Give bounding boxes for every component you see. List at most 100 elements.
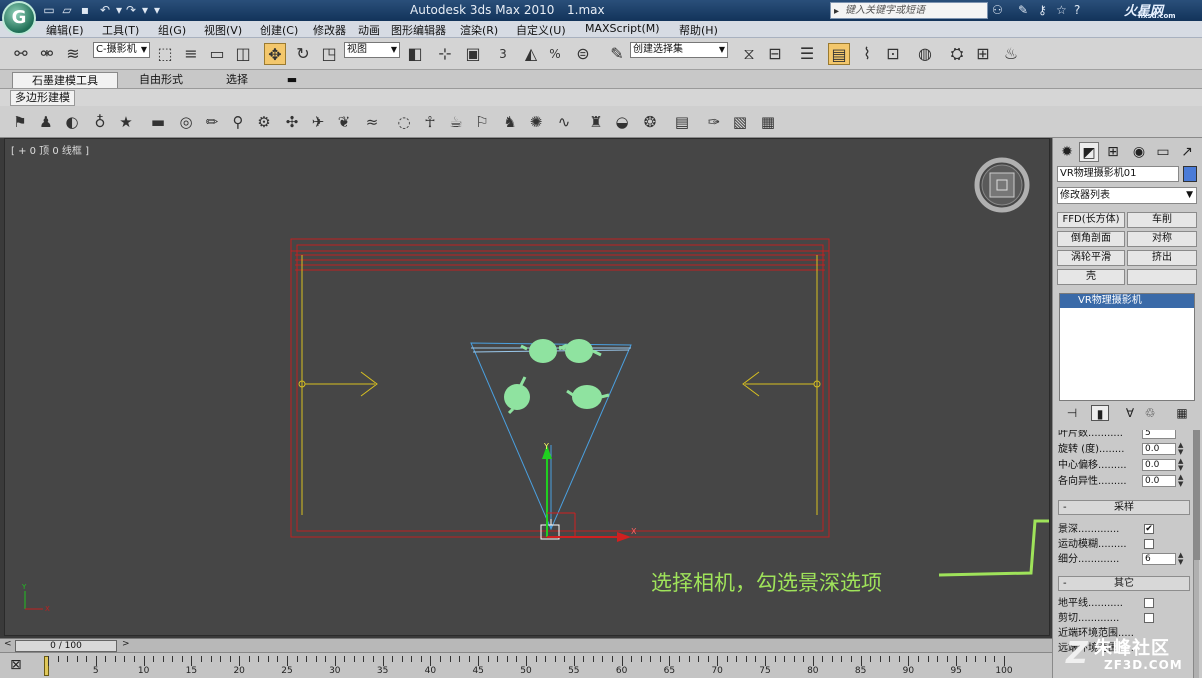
transform-gizmo[interactable]: Y X	[542, 442, 637, 542]
create-tab-icon[interactable]: ✹	[1057, 142, 1077, 162]
angle-snap-icon[interactable]: ◭	[520, 43, 542, 65]
time-slider-next-icon[interactable]: >	[122, 639, 130, 649]
modifier-button-extrude[interactable]: 挤出	[1127, 250, 1197, 266]
menu-customize[interactable]: 自定义(U)	[516, 22, 566, 38]
menu-edit[interactable]: 编辑(E)	[46, 22, 84, 38]
vr-physical-camera[interactable]	[470, 342, 632, 540]
unlink-icon[interactable]: ⚮	[36, 43, 58, 65]
rectangular-region-icon[interactable]: ▭	[206, 43, 228, 65]
barrel-icon[interactable]: ◎	[176, 111, 196, 133]
link-icon[interactable]: ⚯	[10, 43, 32, 65]
remove-modifier-icon[interactable]: ♲	[1141, 405, 1159, 421]
param-value-input[interactable]: 0.0	[1142, 459, 1176, 471]
quick-access-dropdown-icon[interactable]: ▾	[150, 3, 164, 17]
document-icon[interactable]: ▤	[672, 111, 692, 133]
snaps-toggle-icon[interactable]: 3	[492, 43, 514, 65]
clipping-checkbox[interactable]	[1144, 613, 1154, 623]
bind-space-warp-icon[interactable]: ≋	[62, 43, 84, 65]
scrollbar-thumb[interactable]	[1194, 430, 1200, 560]
graphite-ribbon-toggle-icon[interactable]: ▤	[828, 43, 850, 65]
horizon-checkbox[interactable]	[1144, 598, 1154, 608]
time-slider-thumb[interactable]: 0 / 100	[15, 640, 117, 652]
image-icon[interactable]: ▧	[730, 111, 750, 133]
show-end-result-icon[interactable]: ▮	[1091, 405, 1109, 421]
shirt-icon[interactable]: ♟	[36, 111, 56, 133]
rollout-collapse-icon[interactable]: -	[1063, 501, 1067, 514]
menu-help[interactable]: 帮助(H)	[679, 22, 718, 38]
feather-icon[interactable]: ❦	[334, 111, 354, 133]
modifier-list-dropdown[interactable]: 修改器列表 ▼	[1057, 187, 1197, 204]
param-value-input[interactable]: 0.0	[1142, 475, 1176, 487]
star-icon[interactable]: ☆	[1056, 3, 1067, 17]
select-manipulate-icon[interactable]: ⊹	[434, 43, 456, 65]
app-menu-button[interactable]: G	[2, 1, 36, 35]
menu-maxscript[interactable]: MAXScript(M)	[585, 22, 660, 35]
motion-tab-icon[interactable]: ◉	[1129, 142, 1149, 162]
window-crossing-icon[interactable]: ◫	[232, 43, 254, 65]
menu-animation[interactable]: 动画	[358, 22, 380, 38]
layer-manager-icon[interactable]: ☰	[796, 43, 818, 65]
light-right[interactable]	[742, 255, 821, 515]
tab-graphite-modeling[interactable]: 石墨建模工具	[12, 72, 118, 88]
spinner-icon[interactable]: ▲ ▼	[1178, 458, 1183, 472]
render-production-icon[interactable]: ♨	[1000, 43, 1022, 65]
ribbon-minimize-icon[interactable]: ▬	[282, 72, 302, 88]
modifier-button-bevel-profile[interactable]: 倒角剖面	[1057, 231, 1125, 247]
boot-icon[interactable]: ♞	[500, 111, 520, 133]
material-editor-icon[interactable]: ◍	[914, 43, 936, 65]
ball-icon[interactable]: ◐	[62, 111, 82, 133]
modifier-button-turbosmooth[interactable]: 涡轮平滑	[1057, 250, 1125, 266]
pencil-icon[interactable]: ✏	[202, 111, 222, 133]
key-object-icon[interactable]: ⚲	[228, 111, 248, 133]
select-scale-icon[interactable]: ◳	[318, 43, 340, 65]
save-file-icon[interactable]: ▪	[78, 3, 92, 17]
object-name-field[interactable]: VR物理摄影机01	[1057, 166, 1179, 182]
help-search-input[interactable]: ▸ 键入关键字或短语	[830, 2, 988, 19]
open-file-icon[interactable]: ▱	[60, 3, 74, 17]
modifier-button-lathe[interactable]: 车削	[1127, 212, 1197, 228]
mirror-icon[interactable]: ⧖	[738, 43, 760, 65]
pin-stack-icon[interactable]: ⊣	[1063, 405, 1081, 421]
menu-group[interactable]: 组(G)	[158, 22, 186, 38]
param-value-input[interactable]: 5	[1142, 430, 1176, 439]
time-slider-prev-icon[interactable]: <	[4, 639, 12, 649]
select-by-name-icon[interactable]: ≡	[180, 43, 202, 65]
display-tab-icon[interactable]: ▭	[1153, 142, 1173, 162]
reference-coord-dropdown[interactable]: 视图 ▼	[344, 42, 400, 58]
depth-of-field-checkbox[interactable]: ✔	[1144, 524, 1154, 534]
rollout-sampling[interactable]: - 采样	[1058, 500, 1190, 515]
track-bar[interactable]: ⊠ 5 10 15 20 25 30 35 40 45 50 55 60 65 70 75 80 85 90 95 1…	[0, 652, 1052, 678]
motion-blur-checkbox[interactable]	[1144, 539, 1154, 549]
menu-modifiers[interactable]: 修改器	[313, 22, 346, 38]
ring-icon[interactable]: ◌	[394, 111, 414, 133]
curve-editor-icon[interactable]: ⌇	[856, 43, 878, 65]
flag-icon[interactable]: ⚐	[472, 111, 492, 133]
wrench-icon[interactable]: ✎	[1018, 3, 1028, 17]
param-value-input[interactable]: 6	[1142, 553, 1176, 565]
configure-modifier-sets-icon[interactable]: ▦	[1173, 405, 1191, 421]
select-move-icon[interactable]: ✥	[264, 43, 286, 65]
param-value-input[interactable]: 0.0	[1142, 443, 1176, 455]
new-file-icon[interactable]: ▭	[42, 3, 56, 17]
modifier-button-symmetry[interactable]: 对称	[1127, 231, 1197, 247]
key-icon[interactable]: ⚷	[1038, 3, 1047, 17]
redo-icon[interactable]: ↷	[124, 3, 138, 17]
cup-icon[interactable]: ☕	[446, 111, 466, 133]
selection-filter-dropdown[interactable]: C-摄影机 ▼	[93, 42, 150, 58]
lamp-icon[interactable]: ♁	[90, 111, 110, 133]
hierarchy-tab-icon[interactable]: ⊞	[1103, 142, 1123, 162]
render-setup-icon[interactable]: ⛭	[946, 43, 968, 65]
polygon-modeling-panel[interactable]: 多边形建模	[10, 90, 75, 106]
make-unique-icon[interactable]: ∀	[1121, 405, 1139, 421]
percent-snap-icon[interactable]: %	[544, 43, 566, 65]
fan-icon[interactable]: ✣	[282, 111, 302, 133]
help-icon[interactable]: ?	[1074, 3, 1080, 17]
pivot-center-icon[interactable]: ◧	[404, 43, 426, 65]
keyboard-shortcut-override-icon[interactable]: ▣	[462, 43, 484, 65]
binoculars-icon[interactable]: ⚇	[992, 3, 1003, 17]
named-selection-dropdown[interactable]: 创建选择集 ▼	[630, 42, 728, 58]
rollout-misc[interactable]: - 其它	[1058, 576, 1190, 591]
object-color-swatch[interactable]	[1183, 166, 1197, 182]
select-rotate-icon[interactable]: ↻	[292, 43, 314, 65]
spinner-icon[interactable]: ▲ ▼	[1178, 474, 1183, 488]
